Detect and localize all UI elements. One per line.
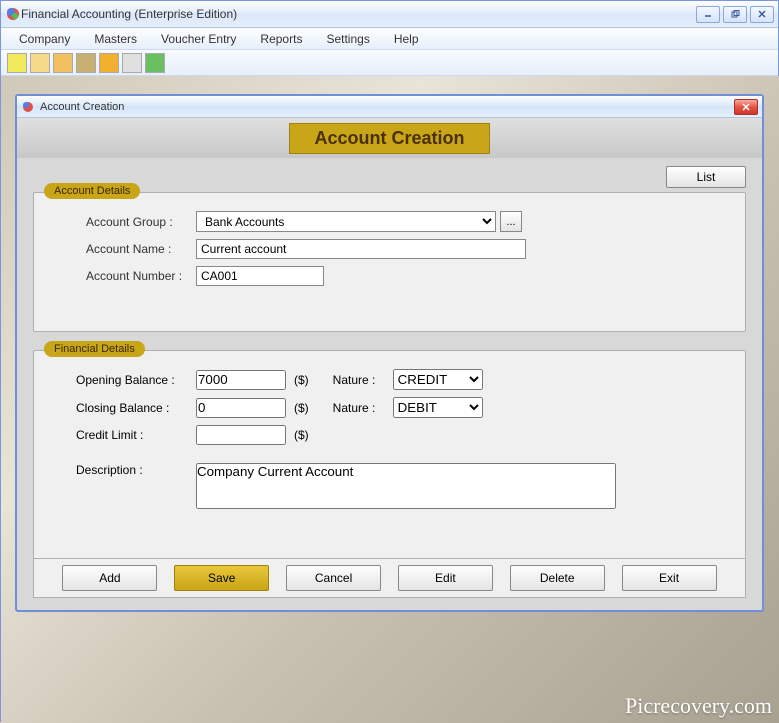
description-textarea[interactable] <box>196 463 616 509</box>
account-creation-dialog: Account Creation Account Creation List A… <box>15 94 764 612</box>
dialog-close-button[interactable] <box>734 99 758 115</box>
credit-limit-currency: ($) <box>294 428 309 442</box>
cancel-button[interactable]: Cancel <box>286 565 381 591</box>
exit-button[interactable]: Exit <box>622 565 717 591</box>
description-label: Description : <box>66 463 196 477</box>
opening-balance-label: Opening Balance : <box>66 373 196 387</box>
restore-button[interactable] <box>723 6 747 23</box>
account-name-input[interactable] <box>196 239 526 259</box>
close-main-button[interactable] <box>750 6 774 23</box>
closing-balance-label: Closing Balance : <box>66 401 196 415</box>
nature2-select[interactable]: DEBIT <box>393 397 483 418</box>
watermark: Picrecovery.com <box>625 693 772 719</box>
account-name-label: Account Name : <box>66 242 196 256</box>
menu-masters[interactable]: Masters <box>84 30 147 48</box>
menu-reports[interactable]: Reports <box>250 30 312 48</box>
opening-balance-input[interactable] <box>196 370 286 390</box>
menu-company[interactable]: Company <box>9 30 80 48</box>
add-button[interactable]: Add <box>62 565 157 591</box>
financial-details-legend: Financial Details <box>44 341 145 357</box>
minimize-button[interactable] <box>696 6 720 23</box>
toolbar-icon-7[interactable] <box>145 53 165 73</box>
credit-limit-label: Credit Limit : <box>66 428 196 442</box>
main-window: Financial Accounting (Enterprise Edition… <box>0 0 779 722</box>
delete-button[interactable]: Delete <box>510 565 605 591</box>
toolbar-icon-2[interactable] <box>30 53 50 73</box>
banner-title: Account Creation <box>289 123 489 154</box>
closing-balance-currency: ($) <box>294 401 309 415</box>
account-details-legend: Account Details <box>44 183 140 199</box>
menu-voucher-entry[interactable]: Voucher Entry <box>151 30 246 48</box>
dialog-body: List Account Details Account Group : Ban… <box>17 158 762 568</box>
mdi-background: Account Creation Account Creation List A… <box>1 76 779 723</box>
opening-balance-currency: ($) <box>294 373 309 387</box>
financial-details-fieldset: Financial Details Opening Balance : ($) … <box>33 350 746 568</box>
toolbar-icon-6[interactable] <box>122 53 142 73</box>
closing-balance-input[interactable] <box>196 398 286 418</box>
menu-settings[interactable]: Settings <box>316 30 379 48</box>
dialog-titlebar: Account Creation <box>17 96 762 118</box>
nature2-label: Nature : <box>333 401 393 415</box>
window-controls <box>696 6 774 23</box>
toolbar-icon-5[interactable] <box>99 53 119 73</box>
toolbar-icon-3[interactable] <box>53 53 73 73</box>
edit-button[interactable]: Edit <box>398 565 493 591</box>
app-icon <box>5 6 21 22</box>
account-number-label: Account Number : <box>66 269 196 283</box>
app-title: Financial Accounting (Enterprise Edition… <box>21 7 696 21</box>
account-details-fieldset: Account Details Account Group : Bank Acc… <box>33 192 746 332</box>
menu-help[interactable]: Help <box>384 30 429 48</box>
account-group-label: Account Group : <box>66 215 196 229</box>
menubar: Company Masters Voucher Entry Reports Se… <box>1 28 778 50</box>
dialog-banner: Account Creation <box>17 118 762 158</box>
save-button[interactable]: Save <box>174 565 269 591</box>
dialog-icon <box>21 100 35 114</box>
nature1-select[interactable]: CREDIT <box>393 369 483 390</box>
toolbar-icon-1[interactable] <box>7 53 27 73</box>
account-number-input[interactable] <box>196 266 324 286</box>
action-button-bar: Add Save Cancel Edit Delete Exit <box>33 558 746 598</box>
account-group-lookup-button[interactable]: ... <box>500 211 522 232</box>
dialog-title: Account Creation <box>40 101 734 113</box>
account-group-select[interactable]: Bank Accounts <box>196 211 496 232</box>
toolbar <box>1 50 778 76</box>
nature1-label: Nature : <box>333 373 393 387</box>
list-button[interactable]: List <box>666 166 746 188</box>
main-titlebar: Financial Accounting (Enterprise Edition… <box>1 1 778 28</box>
credit-limit-input[interactable] <box>196 425 286 445</box>
toolbar-icon-4[interactable] <box>76 53 96 73</box>
